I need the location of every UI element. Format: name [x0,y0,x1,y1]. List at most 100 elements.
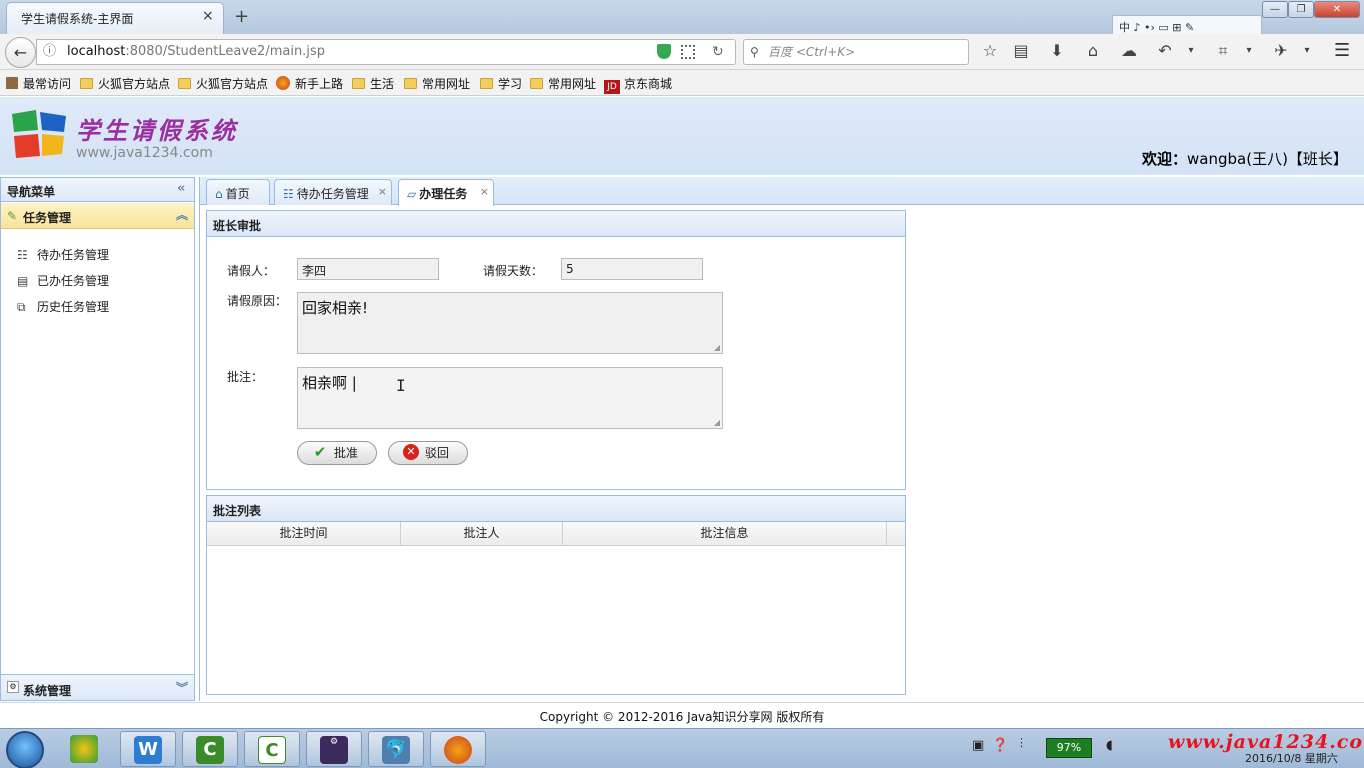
maximize-icon[interactable]: ❐ [1288,1,1314,18]
qrcode-icon[interactable] [681,45,695,59]
bookmark-item[interactable]: 学习 [480,75,522,92]
bookmarks-bar: 最常访问 火狐官方站点 火狐官方站点 新手上路 生活 常用网址 学习 常用网址 … [0,70,1364,96]
tab-home[interactable]: ⌂ 首页 [206,179,270,205]
close-window-icon[interactable]: ✕ [1314,1,1360,18]
taskbar-app[interactable] [56,731,112,767]
tab-handle-task[interactable]: ▱ 办理任务 × [398,179,494,206]
tab-todo[interactable]: ☷ 待办任务管理 × [274,179,392,205]
column-header[interactable]: 批注信息 [563,522,887,545]
taskbar-app[interactable] [430,731,486,767]
welcome-text: 欢迎：wangba(王八)【班长】 [1142,148,1348,169]
folder-icon [352,78,365,89]
picasa-icon [70,735,98,763]
sidebar-item-done[interactable]: ▤ 已办任务管理 [17,272,109,289]
accordion-system-management[interactable]: ⚙ 系统管理 ︾ [1,674,194,700]
clock-date[interactable]: 2016/10/8 星期六 [1245,750,1338,766]
reading-list-icon[interactable]: ▤ [1010,40,1032,62]
folder-icon [530,78,543,89]
gesture-icon[interactable]: ✈ [1270,40,1292,62]
resize-grip-icon[interactable]: ◢ [714,418,720,427]
cross-icon: ✕ [403,444,419,460]
reason-text: 回家相亲! [302,299,369,317]
chevron-down-icon[interactable]: ▾ [1238,40,1260,62]
chevron-down-icon[interactable]: ▾ [1180,40,1202,62]
sidebar-item-todo[interactable]: ☷ 待办任务管理 [17,246,109,263]
download-icon[interactable]: ⬇ [1046,40,1068,62]
applicant-field[interactable]: 李四 [297,258,439,280]
comment-field[interactable]: 相亲啊 | ◢ [297,367,723,429]
crop-icon[interactable]: ⌗ [1212,40,1234,62]
new-tab-icon[interactable]: + [234,6,249,27]
folder-icon [178,78,191,89]
logo-title: 学生请假系统 [76,116,238,145]
reload-icon[interactable]: ↻ [712,40,724,64]
logo-icon [12,110,66,158]
taskbar-app[interactable]: ⚙ [306,731,362,767]
bookmark-item[interactable]: 常用网址 [530,75,596,92]
minimize-icon[interactable]: — [1262,1,1288,18]
url-bar[interactable]: ⓘ localhost:8080/StudentLeave2/main.jsp … [36,39,736,65]
resize-grip-icon[interactable]: ◢ [714,343,720,352]
undo-icon[interactable]: ↶ [1154,40,1176,62]
welcome-user: wangba(王八)【班长】 [1187,150,1348,168]
bookmarks-icon [6,77,18,89]
folder-icon [404,78,417,89]
bookmark-item[interactable]: 常用网址 [404,75,470,92]
bookmark-item[interactable]: JD 京东商城 [604,75,672,94]
sidebar-item-history[interactable]: ⧉ 历史任务管理 [17,298,109,315]
search-input[interactable]: ⚲ 百度 <Ctrl+K> [743,39,969,65]
accordion-task-management[interactable]: ✎ 任务管理 ︽ [1,203,194,229]
list-icon: ☷ [17,248,28,262]
start-icon[interactable] [6,731,44,768]
menu-icon[interactable]: ☰ [1334,40,1350,61]
bookmark-item[interactable]: 火狐官方站点 [80,75,170,92]
chat-icon[interactable]: ☁ [1118,40,1140,62]
close-icon[interactable]: × [480,185,489,198]
url-host: localhost [67,44,126,59]
help-icon[interactable]: ❓ [992,738,1008,753]
bookmark-item[interactable]: 最常访问 [6,75,71,92]
taskbar-app[interactable]: C [244,731,300,767]
power-plug-icon[interactable]: ◖ [1106,738,1113,753]
home-icon[interactable]: ⌂ [1082,40,1104,62]
search-icon: ⚲ [750,45,759,59]
bookmark-item[interactable]: 新手上路 [276,75,343,92]
browser-tab[interactable]: 学生请假系统-主界面 [6,2,224,34]
reject-button[interactable]: ✕ 驳回 [388,441,468,465]
taskbar-app[interactable]: W [120,731,176,767]
chevron-up-icon[interactable]: ︽ [176,206,188,223]
taskbar-app[interactable]: 🐬 [368,731,424,767]
days-field[interactable]: 5 [561,258,703,280]
shield-icon[interactable] [657,44,671,59]
taskbar-app[interactable]: C [182,731,238,767]
applicant-label: 请假人： [227,264,276,278]
bookmark-item[interactable]: 火狐官方站点 [178,75,268,92]
sidebar: 导航菜单 « ✎ 任务管理 ︽ ☷ 待办任务管理 ▤ 已办任务管理 ⧉ 历史任务管理 … [0,177,195,701]
close-icon[interactable]: × [378,185,387,198]
star-icon[interactable]: ☆ [979,40,1001,62]
panel-title: 班长审批 [207,211,905,237]
column-header[interactable]: 批注人 [401,522,563,545]
bookmark-item[interactable]: 生活 [352,75,394,92]
battery-indicator[interactable]: 97% [1046,738,1092,758]
tray-app-icon[interactable]: ▣ [972,738,984,753]
info-icon[interactable]: ⓘ [43,40,56,64]
back-icon[interactable]: ← [5,37,36,68]
firefox-icon [444,736,472,764]
close-tab-icon[interactable]: × [202,8,214,24]
eclipse-icon: ⚙ [320,736,348,764]
tray-expand-icon[interactable]: ⋮ [1016,736,1027,749]
content-tabs: ⌂ 首页 ☷ 待办任务管理 × ▱ 办理任务 × [200,177,1364,206]
folder-icon [80,78,93,89]
comment-label: 批注： [227,370,264,384]
task-icon: ▱ [407,187,417,201]
collapse-icon[interactable]: « [177,181,185,196]
home-icon: ⌂ [215,187,223,201]
comments-panel: 批注列表 批注时间 批注人 批注信息 [206,495,906,695]
chevron-down-icon[interactable]: ︾ [176,679,188,696]
reason-field[interactable]: 回家相亲! ◢ [297,292,723,354]
approve-button[interactable]: ✔ 批准 [297,441,377,465]
panel-title: 批注列表 [207,496,905,522]
chevron-down-icon[interactable]: ▾ [1296,40,1318,62]
column-header[interactable]: 批注时间 [207,522,401,545]
